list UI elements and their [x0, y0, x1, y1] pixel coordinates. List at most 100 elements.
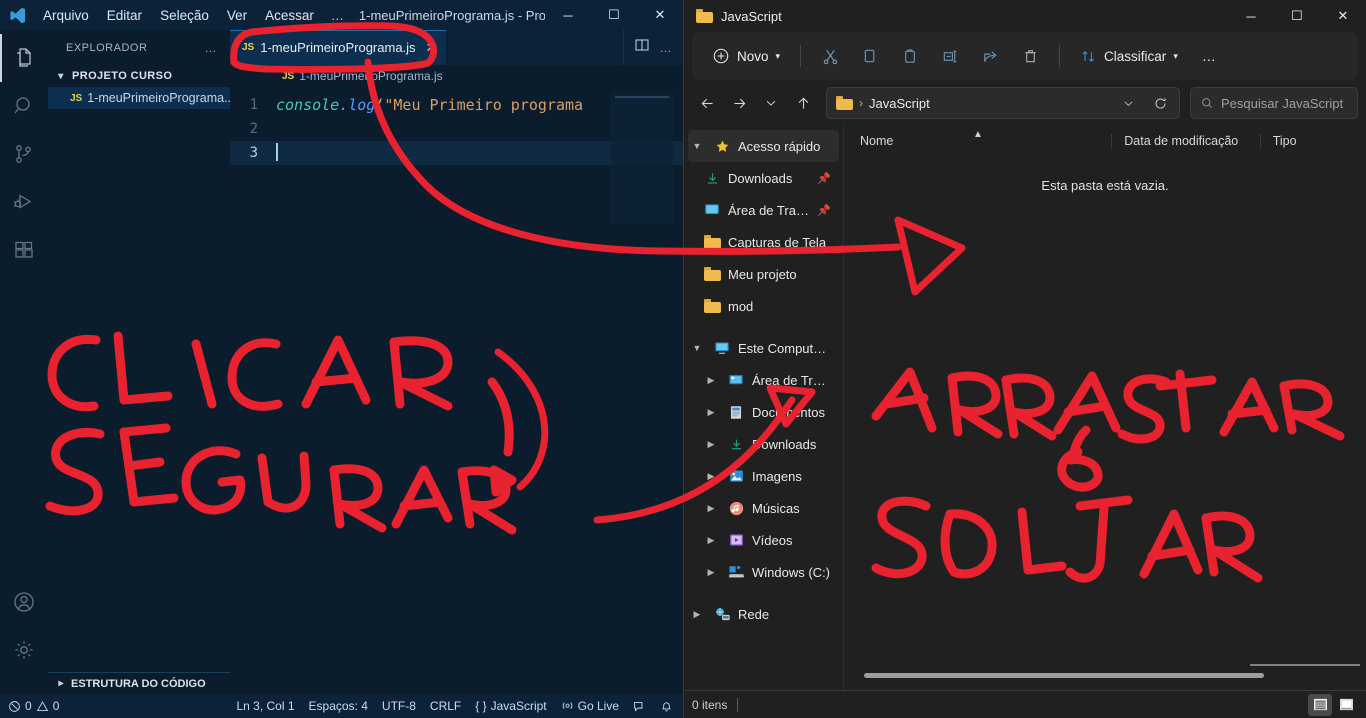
sidebar-folder-projeto-curso[interactable]: ▾ PROJETO CURSO	[48, 65, 230, 87]
run-debug-icon[interactable]	[0, 178, 48, 226]
tree-item-musicas[interactable]: ▶ Músicas	[688, 492, 839, 524]
tree-item-este-computador[interactable]: ▼ Este Computador	[688, 332, 839, 364]
close-button[interactable]: ✕	[637, 0, 683, 30]
tree-item-downloads-quick[interactable]: Downloads 📌	[688, 162, 839, 194]
tree-item-acesso-rapido[interactable]: ▼ Acesso rápido	[688, 130, 839, 162]
horizontal-scrollbar[interactable]	[844, 664, 1366, 690]
sidebar-file-item[interactable]: JS 1-meuPrimeiroPrograma...	[48, 87, 230, 109]
breadcrumb-file-label[interactable]: 1-meuPrimeiroPrograma.js	[299, 69, 442, 83]
chevron-right-icon[interactable]: ▶	[702, 471, 720, 482]
column-header-nome[interactable]: Nome ▲	[860, 129, 1111, 148]
tree-label: Downloads	[752, 436, 817, 452]
editor-more-actions-button[interactable]: …	[660, 41, 674, 55]
sidebar-more-button[interactable]: …	[205, 41, 219, 55]
tree-item-windows-c[interactable]: ▶ Windows (C:)	[688, 556, 839, 588]
new-button-label: Novo	[737, 48, 769, 64]
statusbar-encoding[interactable]: UTF-8	[382, 699, 416, 713]
tree-item-documentos[interactable]: ▶ Documentos	[688, 396, 839, 428]
address-path-label: JavaScript	[869, 95, 930, 111]
source-control-icon[interactable]	[0, 130, 48, 178]
tree-item-mod[interactable]: mod	[688, 290, 839, 322]
up-arrow-icon[interactable]	[788, 88, 818, 118]
sort-button[interactable]: Classificar ▾	[1070, 42, 1188, 71]
chevron-down-icon[interactable]: ▼	[688, 343, 706, 353]
paste-icon[interactable]	[891, 40, 929, 72]
minimize-button[interactable]: ─	[545, 0, 591, 30]
chevron-right-icon[interactable]: ▶	[702, 535, 720, 546]
tree-item-videos[interactable]: ▶ Vídeos	[688, 524, 839, 556]
chevron-right-icon[interactable]: ▶	[702, 503, 720, 514]
tree-item-imagens[interactable]: ▶ Imagens	[688, 460, 839, 492]
account-icon[interactable]	[0, 578, 48, 626]
column-header-tipo[interactable]: Tipo	[1259, 134, 1366, 148]
path-separator: ›	[859, 96, 863, 110]
delete-icon[interactable]	[1011, 40, 1049, 72]
code-editor[interactable]: 1 console.log("Meu Primeiro programa 2 3	[230, 87, 683, 694]
menu-selecao[interactable]: Seleção	[151, 4, 218, 27]
statusbar-feedback-icon[interactable]	[633, 700, 646, 713]
new-button[interactable]: Novo ▾	[702, 41, 790, 71]
pin-icon[interactable]: 📌	[817, 172, 831, 185]
chevron-right-icon[interactable]: ▶	[702, 439, 720, 450]
details-view-icon[interactable]	[1308, 693, 1332, 716]
large-icons-view-icon[interactable]	[1334, 694, 1358, 716]
recent-locations-chevron-down-icon[interactable]	[756, 88, 786, 118]
menu-overflow-button[interactable]: …	[323, 4, 353, 27]
editor-tab-meuprimeiroprograma[interactable]: JS 1-meuPrimeiroPrograma.js ✕	[230, 30, 448, 65]
statusbar-cursor-position[interactable]: Ln 3, Col 1	[236, 699, 294, 713]
statusbar-language-mode[interactable]: { } JavaScript	[475, 699, 546, 713]
scrollbar-track-right	[1250, 664, 1360, 666]
tree-item-area-de-trabalho-quick[interactable]: Área de Trabalh 📌	[688, 194, 839, 226]
minimize-button[interactable]: ─	[1228, 0, 1274, 32]
tree-item-meu-projeto[interactable]: Meu projeto	[688, 258, 839, 290]
back-arrow-icon[interactable]	[692, 88, 722, 118]
maximize-button[interactable]: ☐	[1274, 0, 1320, 32]
scrollbar-thumb[interactable]	[864, 673, 1264, 678]
chevron-right-icon[interactable]: ▶	[702, 375, 720, 386]
forward-arrow-icon[interactable]	[724, 88, 754, 118]
statusbar-notifications-bell-icon[interactable]	[660, 700, 673, 713]
menu-editar[interactable]: Editar	[98, 4, 151, 27]
split-editor-icon[interactable]	[634, 37, 650, 58]
tree-item-downloads[interactable]: ▶ Downloads	[688, 428, 839, 460]
statusbar-eol[interactable]: CRLF	[430, 699, 461, 713]
column-header-data-modificacao[interactable]: Data de modificação	[1111, 134, 1259, 148]
search-icon[interactable]	[0, 82, 48, 130]
pin-icon[interactable]: 📌	[817, 204, 831, 217]
copy-icon[interactable]	[851, 40, 889, 72]
chevron-down-icon[interactable]: ▼	[688, 141, 706, 151]
cut-icon[interactable]	[811, 40, 849, 72]
minimap[interactable]	[611, 93, 673, 223]
js-file-icon: JS	[282, 70, 295, 82]
chevron-right-icon[interactable]: ▶	[688, 609, 706, 620]
tree-item-rede[interactable]: ▶ Rede	[688, 598, 839, 630]
search-input[interactable]: Pesquisar JavaScript	[1190, 87, 1358, 119]
rename-icon[interactable]	[931, 40, 969, 72]
statusbar-go-live[interactable]: Go Live	[561, 699, 619, 713]
menu-arquivo[interactable]: Arquivo	[34, 4, 98, 27]
statusbar-indentation[interactable]: Espaços: 4	[309, 699, 368, 713]
toolbar-more-button[interactable]: …	[1190, 42, 1230, 70]
settings-gear-icon[interactable]	[0, 626, 48, 674]
menu-ver[interactable]: Ver	[218, 4, 256, 27]
chevron-right-icon[interactable]: ▶	[702, 567, 720, 578]
refresh-icon[interactable]	[1147, 90, 1173, 116]
item-count-label: 0 itens	[692, 697, 728, 712]
chevron-right-icon[interactable]: ▶	[702, 407, 720, 418]
address-bar[interactable]: › JavaScript	[826, 87, 1180, 119]
close-icon[interactable]: ✕	[426, 40, 437, 56]
editor-scrollbar[interactable]	[673, 87, 683, 694]
search-icon	[1202, 98, 1212, 108]
sidebar-outline-section[interactable]: ▸ ESTRUTURA DO CÓDIGO	[48, 672, 230, 694]
menu-acessar[interactable]: Acessar	[256, 4, 323, 27]
statusbar-problems[interactable]: 0 0	[8, 699, 59, 713]
tree-item-capturas-de-tela[interactable]: Capturas de Tela	[688, 226, 839, 258]
close-button[interactable]: ✕	[1320, 0, 1366, 32]
address-chevron-down-icon[interactable]	[1115, 90, 1141, 116]
tree-item-area-de-trabalho[interactable]: ▶ Área de Trabalho	[688, 364, 839, 396]
share-icon[interactable]	[971, 40, 1009, 72]
maximize-button[interactable]: ☐	[591, 0, 637, 30]
tree-label: Área de Trabalh	[728, 202, 812, 218]
extensions-icon[interactable]	[0, 226, 48, 274]
explorer-icon[interactable]	[0, 34, 48, 82]
